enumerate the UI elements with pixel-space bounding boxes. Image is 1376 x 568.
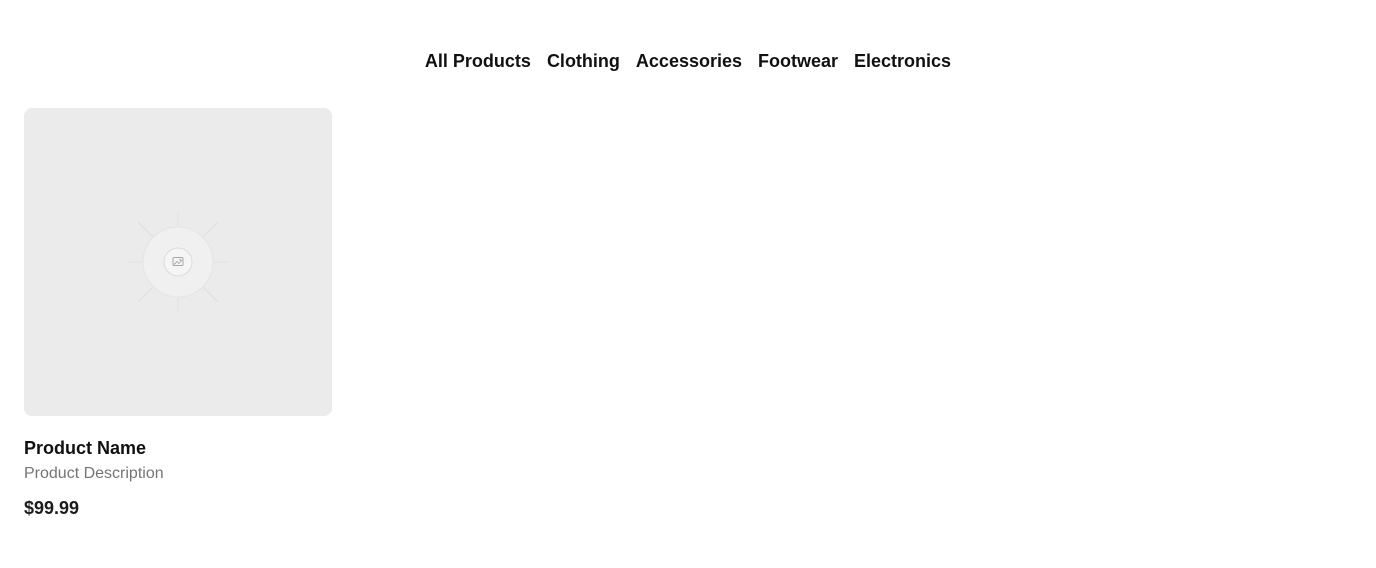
category-nav: All Products Clothing Accessories Footwe… [0, 48, 1376, 74]
category-all-products[interactable]: All Products [425, 48, 531, 74]
category-footwear[interactable]: Footwear [758, 48, 838, 74]
product-description: Product Description [24, 465, 164, 482]
product-card[interactable]: Product Name Product Description $99.99 [24, 108, 332, 519]
product-listing-page: All Products Clothing Accessories Footwe… [0, 0, 1376, 568]
category-clothing[interactable]: Clothing [547, 48, 620, 74]
product-name[interactable]: Product Name [24, 437, 332, 459]
category-accessories[interactable]: Accessories [636, 48, 742, 74]
product-image[interactable] [24, 108, 332, 416]
category-electronics[interactable]: Electronics [854, 48, 951, 74]
image-placeholder-icon [128, 212, 228, 312]
product-price: $99.99 [24, 498, 80, 518]
